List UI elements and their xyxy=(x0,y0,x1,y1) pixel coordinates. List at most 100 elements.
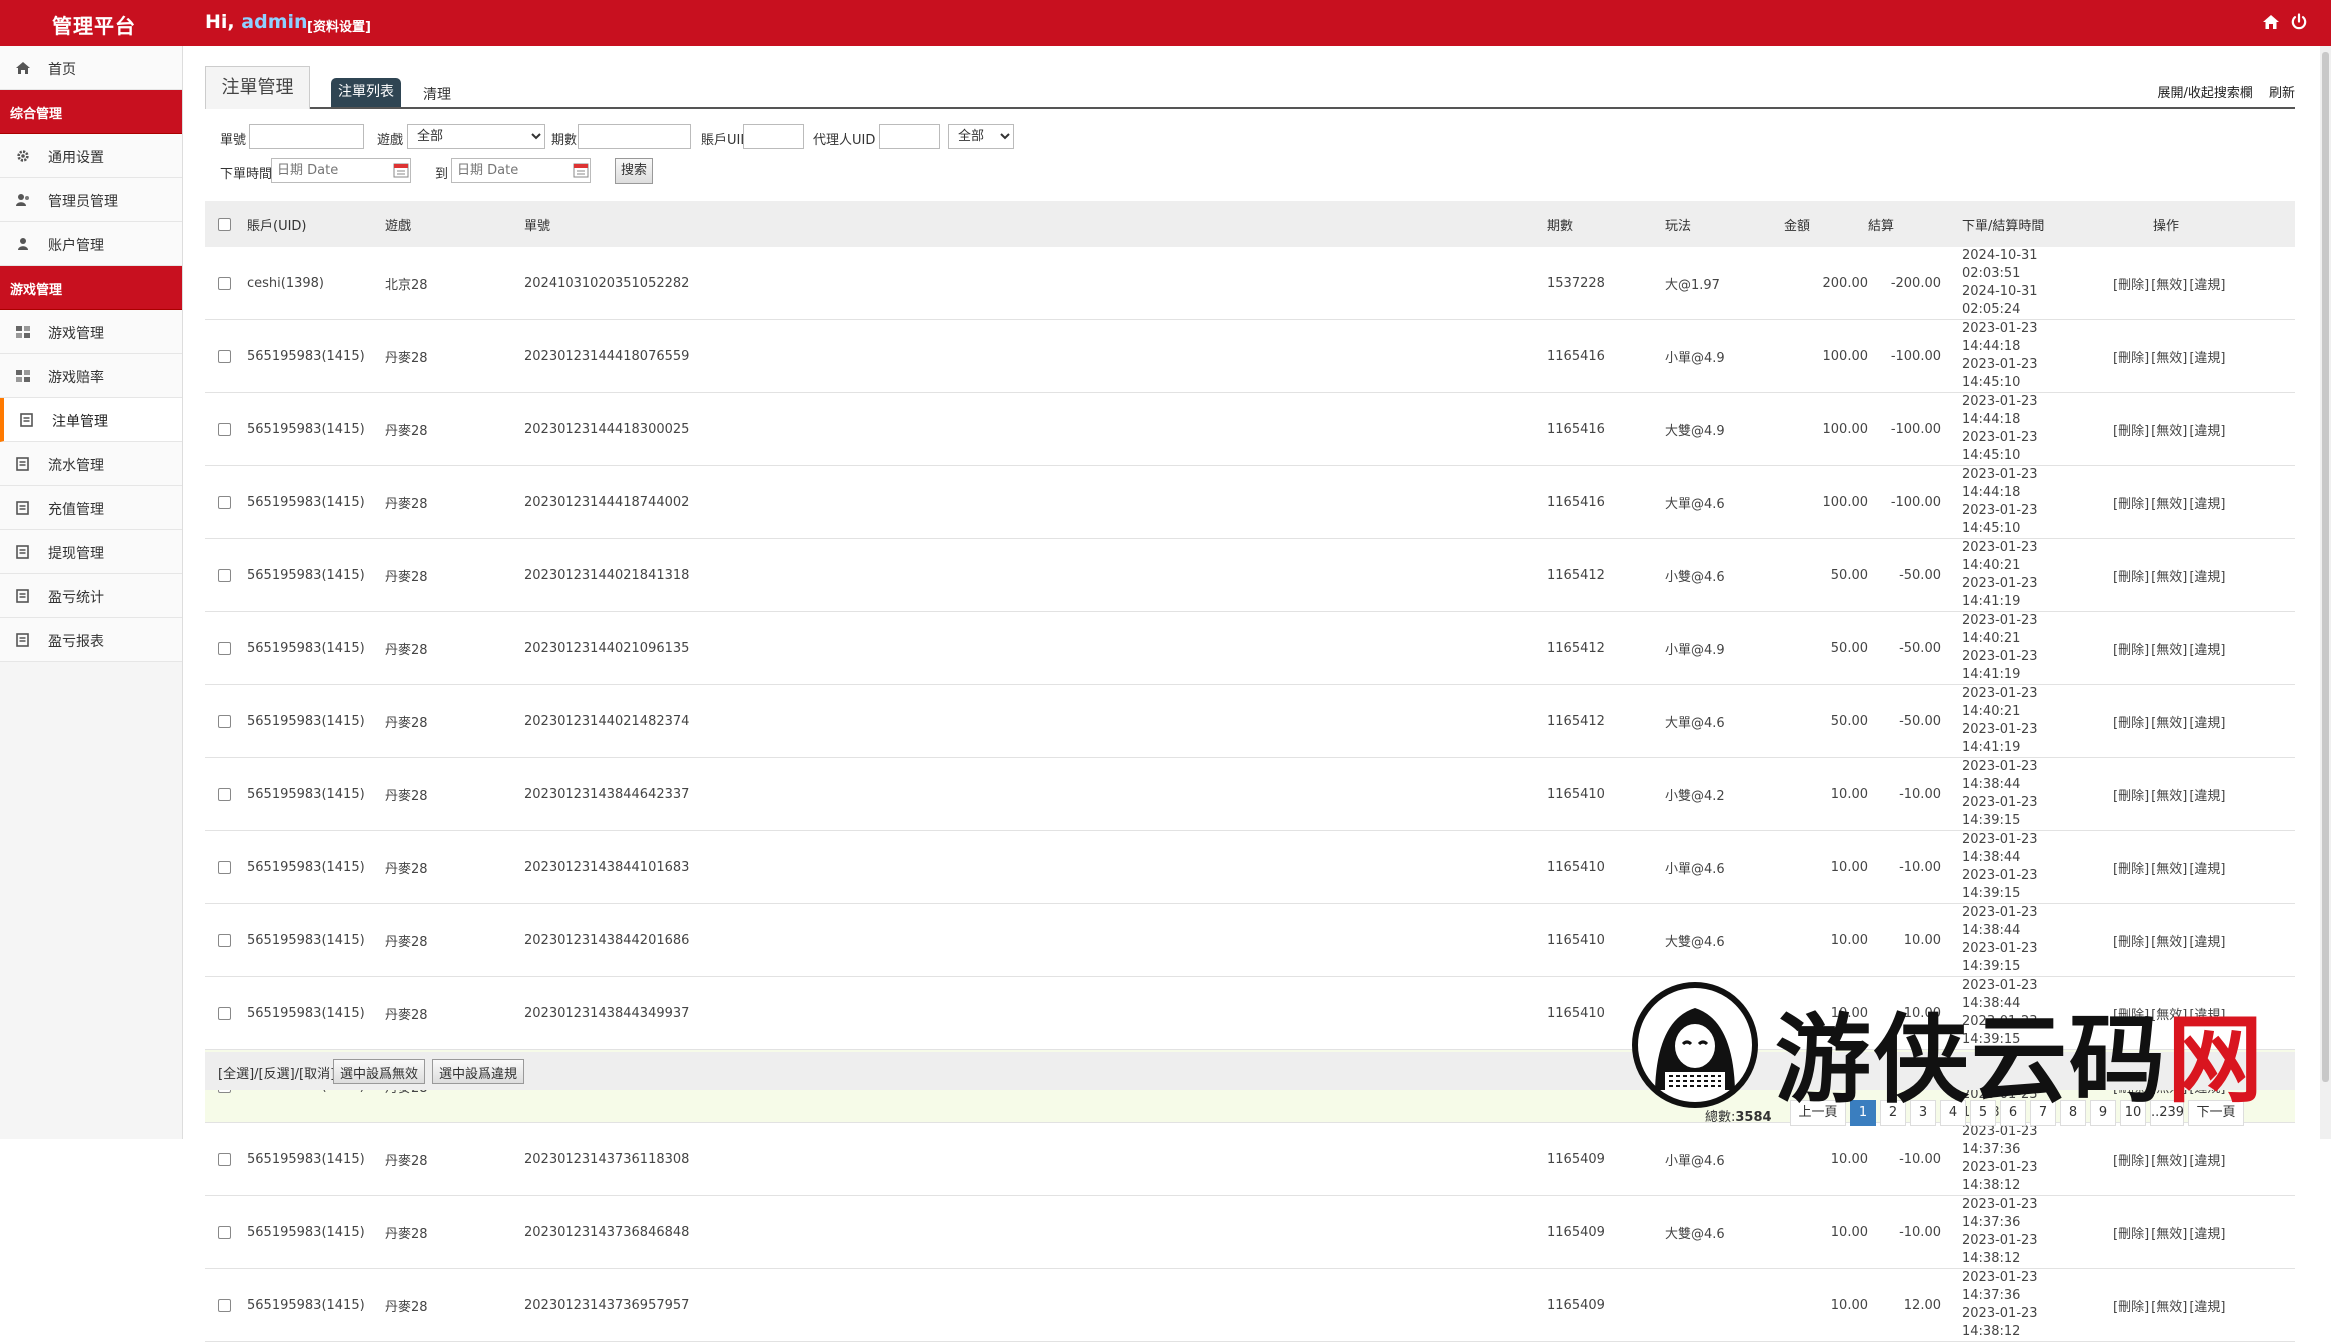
delete-link[interactable]: [刪除] xyxy=(2113,862,2149,877)
sidebar-item-recharge[interactable]: 充值管理 xyxy=(0,486,182,530)
violation-link[interactable]: [違規] xyxy=(2189,643,2225,658)
violation-link[interactable]: [違規] xyxy=(2189,424,2225,439)
delete-link[interactable]: [刪除] xyxy=(2113,643,2149,658)
violation-link[interactable]: [違規] xyxy=(2189,1227,2225,1242)
delete-link[interactable]: [刪除] xyxy=(2113,716,2149,731)
sidebar-section-games[interactable]: 游戏管理 xyxy=(0,266,182,310)
order-input[interactable] xyxy=(249,124,364,149)
agent-uid-input[interactable] xyxy=(879,124,940,149)
calendar-icon[interactable] xyxy=(393,162,409,178)
delete-link[interactable]: [刪除] xyxy=(2113,278,2149,293)
home-icon[interactable] xyxy=(2262,13,2280,31)
table-row[interactable]: 565195983(1415) 丹麥28 20230123143736118308 1… xyxy=(205,1123,2295,1196)
row-checkbox[interactable] xyxy=(218,1298,231,1312)
table-row[interactable]: 565195983(1415) 丹麥28 20230123144021841318 1… xyxy=(205,539,2295,612)
set-invalid-button[interactable]: 選中設爲無效 xyxy=(333,1059,426,1084)
sidebar-item-settings[interactable]: 通用设置 xyxy=(0,134,182,178)
invalid-link[interactable]: [無效] xyxy=(2151,862,2187,877)
invalid-link[interactable]: [無效] xyxy=(2151,278,2187,293)
select-all-checkbox[interactable] xyxy=(218,217,231,231)
table-row[interactable]: 565195983(1415) 丹麥28 20230123143844201686 1… xyxy=(205,904,2295,977)
tab-clean[interactable]: 清理 xyxy=(423,84,451,104)
violation-link[interactable]: [違規] xyxy=(2189,570,2225,585)
delete-link[interactable]: [刪除] xyxy=(2113,1154,2149,1169)
invalid-link[interactable]: [無效] xyxy=(2151,497,2187,512)
tab-bet-manage[interactable]: 注單管理 xyxy=(205,66,310,109)
table-row[interactable]: 565195983(1415) 丹麥28 20230123144418076559 1… xyxy=(205,320,2295,393)
table-row[interactable]: 565195983(1415) 丹麥28 20230123143736846848 1… xyxy=(205,1196,2295,1269)
sidebar-section-general[interactable]: 综合管理 xyxy=(0,90,182,134)
violation-link[interactable]: [違規] xyxy=(2189,1300,2225,1315)
row-checkbox[interactable] xyxy=(218,860,231,874)
sidebar-item-bets[interactable]: 注单管理 xyxy=(0,398,182,442)
search-button[interactable]: 搜索 xyxy=(615,158,653,184)
sidebar-item-home[interactable]: 首页 xyxy=(0,46,182,90)
profile-settings-link[interactable]: [资料设置] xyxy=(307,16,371,35)
violation-link[interactable]: [違規] xyxy=(2189,278,2225,293)
row-checkbox[interactable] xyxy=(218,714,231,728)
violation-link[interactable]: [違規] xyxy=(2189,497,2225,512)
row-checkbox[interactable] xyxy=(218,641,231,655)
delete-link[interactable]: [刪除] xyxy=(2113,789,2149,804)
row-checkbox[interactable] xyxy=(218,276,231,290)
violation-link[interactable]: [違規] xyxy=(2189,351,2225,366)
violation-link[interactable]: [違規] xyxy=(2189,935,2225,950)
violation-link[interactable]: [違規] xyxy=(2189,716,2225,731)
row-checkbox[interactable] xyxy=(218,422,231,436)
uid-input[interactable] xyxy=(743,124,804,149)
row-checkbox[interactable] xyxy=(218,495,231,509)
invalid-link[interactable]: [無效] xyxy=(2151,1227,2187,1242)
delete-link[interactable]: [刪除] xyxy=(2113,570,2149,585)
refresh-link[interactable]: 刷新 xyxy=(2269,86,2295,101)
row-checkbox[interactable] xyxy=(218,1225,231,1239)
invalid-link[interactable]: [無效] xyxy=(2151,351,2187,366)
invalid-link[interactable]: [無效] xyxy=(2151,1300,2187,1315)
sidebar-item-profit-report[interactable]: 盈亏报表 xyxy=(0,618,182,662)
invalid-link[interactable]: [無效] xyxy=(2151,935,2187,950)
delete-link[interactable]: [刪除] xyxy=(2113,424,2149,439)
set-violation-button[interactable]: 選中設爲違規 xyxy=(432,1059,525,1084)
scrollbar-thumb[interactable] xyxy=(2322,52,2329,1082)
table-row[interactable]: 565195983(1415) 丹麥28 20230123144418744002 1… xyxy=(205,466,2295,539)
sidebar-item-game-manage[interactable]: 游戏管理 xyxy=(0,310,182,354)
invalid-link[interactable]: [無效] xyxy=(2151,789,2187,804)
invalid-link[interactable]: [無效] xyxy=(2151,570,2187,585)
username-link[interactable]: admin xyxy=(241,11,307,33)
row-checkbox[interactable] xyxy=(218,933,231,947)
invalid-link[interactable]: [無效] xyxy=(2151,424,2187,439)
row-checkbox[interactable] xyxy=(218,1006,231,1020)
sidebar-item-admins[interactable]: 管理员管理 xyxy=(0,178,182,222)
sidebar-item-profit-stats[interactable]: 盈亏统计 xyxy=(0,574,182,618)
extra-select[interactable]: 全部 xyxy=(948,124,1014,149)
toggle-search-link[interactable]: 展開/收起搜索欄 xyxy=(2157,86,2252,101)
delete-link[interactable]: [刪除] xyxy=(2113,1300,2149,1315)
table-row[interactable]: 565195983(1415) 丹麥28 20230123143844642337 1… xyxy=(205,758,2295,831)
delete-link[interactable]: [刪除] xyxy=(2113,351,2149,366)
sidebar-item-withdraw[interactable]: 提现管理 xyxy=(0,530,182,574)
violation-link[interactable]: [違規] xyxy=(2189,789,2225,804)
sidebar-item-game-odds[interactable]: 游戏赔率 xyxy=(0,354,182,398)
power-icon[interactable] xyxy=(2290,13,2308,31)
table-row[interactable]: 565195983(1415) 丹麥28 20230123143736957957 1… xyxy=(205,1269,2295,1342)
row-checkbox[interactable] xyxy=(218,787,231,801)
violation-link[interactable]: [違規] xyxy=(2189,862,2225,877)
invalid-link[interactable]: [無效] xyxy=(2151,1154,2187,1169)
table-row[interactable]: 565195983(1415) 丹麥28 20230123144418300025 1… xyxy=(205,393,2295,466)
table-row[interactable]: 565195983(1415) 丹麥28 20230123144021096135 1… xyxy=(205,612,2295,685)
violation-link[interactable]: [違規] xyxy=(2189,1154,2225,1169)
select-links[interactable]: [全選]/[反選]/[取消] xyxy=(218,1063,335,1082)
row-checkbox[interactable] xyxy=(218,568,231,582)
table-row[interactable]: 565195983(1415) 丹麥28 20230123143844101683 1… xyxy=(205,831,2295,904)
table-row[interactable]: 565195983(1415) 丹麥28 20230123144021482374 1… xyxy=(205,685,2295,758)
delete-link[interactable]: [刪除] xyxy=(2113,935,2149,950)
tab-bet-list[interactable]: 注單列表 xyxy=(331,78,401,107)
calendar-icon[interactable] xyxy=(573,162,589,178)
invalid-link[interactable]: [無效] xyxy=(2151,643,2187,658)
delete-link[interactable]: [刪除] xyxy=(2113,1227,2149,1242)
date-to-input[interactable] xyxy=(451,158,591,183)
delete-link[interactable]: [刪除] xyxy=(2113,497,2149,512)
game-select[interactable]: 全部 xyxy=(407,124,545,149)
row-checkbox[interactable] xyxy=(218,349,231,363)
sidebar-item-flow[interactable]: 流水管理 xyxy=(0,442,182,486)
date-from-input[interactable] xyxy=(271,158,411,183)
